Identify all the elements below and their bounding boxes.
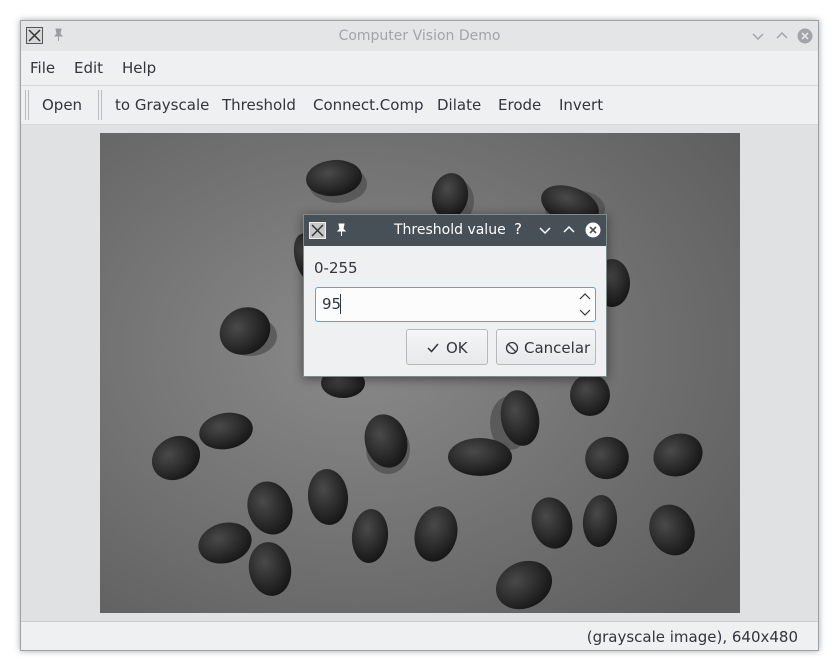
close-icon[interactable]	[797, 28, 813, 44]
statusbar: (grayscale image), 640x480	[21, 621, 818, 650]
dilate-button[interactable]: Dilate	[437, 96, 481, 114]
window-titlebar[interactable]: Computer Vision Demo	[21, 21, 818, 51]
cancel-label: Cancelar	[524, 339, 591, 357]
minimize-icon[interactable]	[537, 222, 553, 238]
spin-up-icon	[579, 293, 591, 300]
grayscale-button[interactable]: to Grayscale	[115, 96, 209, 114]
spin-down-icon	[579, 309, 591, 316]
range-label: 0-255	[314, 259, 358, 277]
invert-button[interactable]: Invert	[559, 96, 603, 114]
toolbar-grip[interactable]	[98, 90, 102, 120]
menubar: File Edit Help	[21, 51, 818, 85]
menu-edit[interactable]: Edit	[74, 59, 103, 77]
cancel-icon	[505, 341, 519, 355]
toolbar-grip[interactable]	[25, 90, 29, 120]
maximize-icon[interactable]	[561, 222, 577, 238]
threshold-button[interactable]: Threshold	[222, 96, 296, 114]
help-icon[interactable]: ?	[514, 220, 522, 238]
menu-file[interactable]: File	[30, 59, 55, 77]
open-button[interactable]: Open	[42, 96, 82, 114]
toolbar: Open to Grayscale Threshold Connect.Comp…	[21, 85, 818, 125]
threshold-dialog: Threshold value ? 0-255 95 OK Cancelar	[303, 214, 607, 377]
threshold-value[interactable]: 95	[322, 295, 341, 313]
ok-button[interactable]: OK	[406, 329, 488, 365]
status-text: (grayscale image), 640x480	[586, 628, 798, 646]
check-icon	[427, 343, 439, 353]
pin-icon[interactable]	[335, 223, 347, 237]
close-icon[interactable]	[585, 222, 601, 238]
threshold-spinbox[interactable]: 95	[315, 287, 596, 322]
menu-help[interactable]: Help	[122, 59, 156, 77]
dialog-app-icon[interactable]	[309, 222, 326, 239]
ok-label: OK	[446, 339, 468, 357]
dialog-titlebar[interactable]: Threshold value ?	[304, 215, 606, 246]
text-caret	[340, 294, 341, 314]
cancel-button[interactable]: Cancelar	[496, 329, 596, 365]
maximize-icon[interactable]	[774, 28, 790, 44]
erode-button[interactable]: Erode	[498, 96, 541, 114]
connected-components-button[interactable]: Connect.Comp	[313, 96, 424, 114]
spin-arrows[interactable]	[579, 291, 591, 318]
window-title: Computer Vision Demo	[338, 28, 501, 44]
minimize-icon[interactable]	[750, 28, 766, 44]
dialog-title: Threshold value	[394, 222, 506, 238]
